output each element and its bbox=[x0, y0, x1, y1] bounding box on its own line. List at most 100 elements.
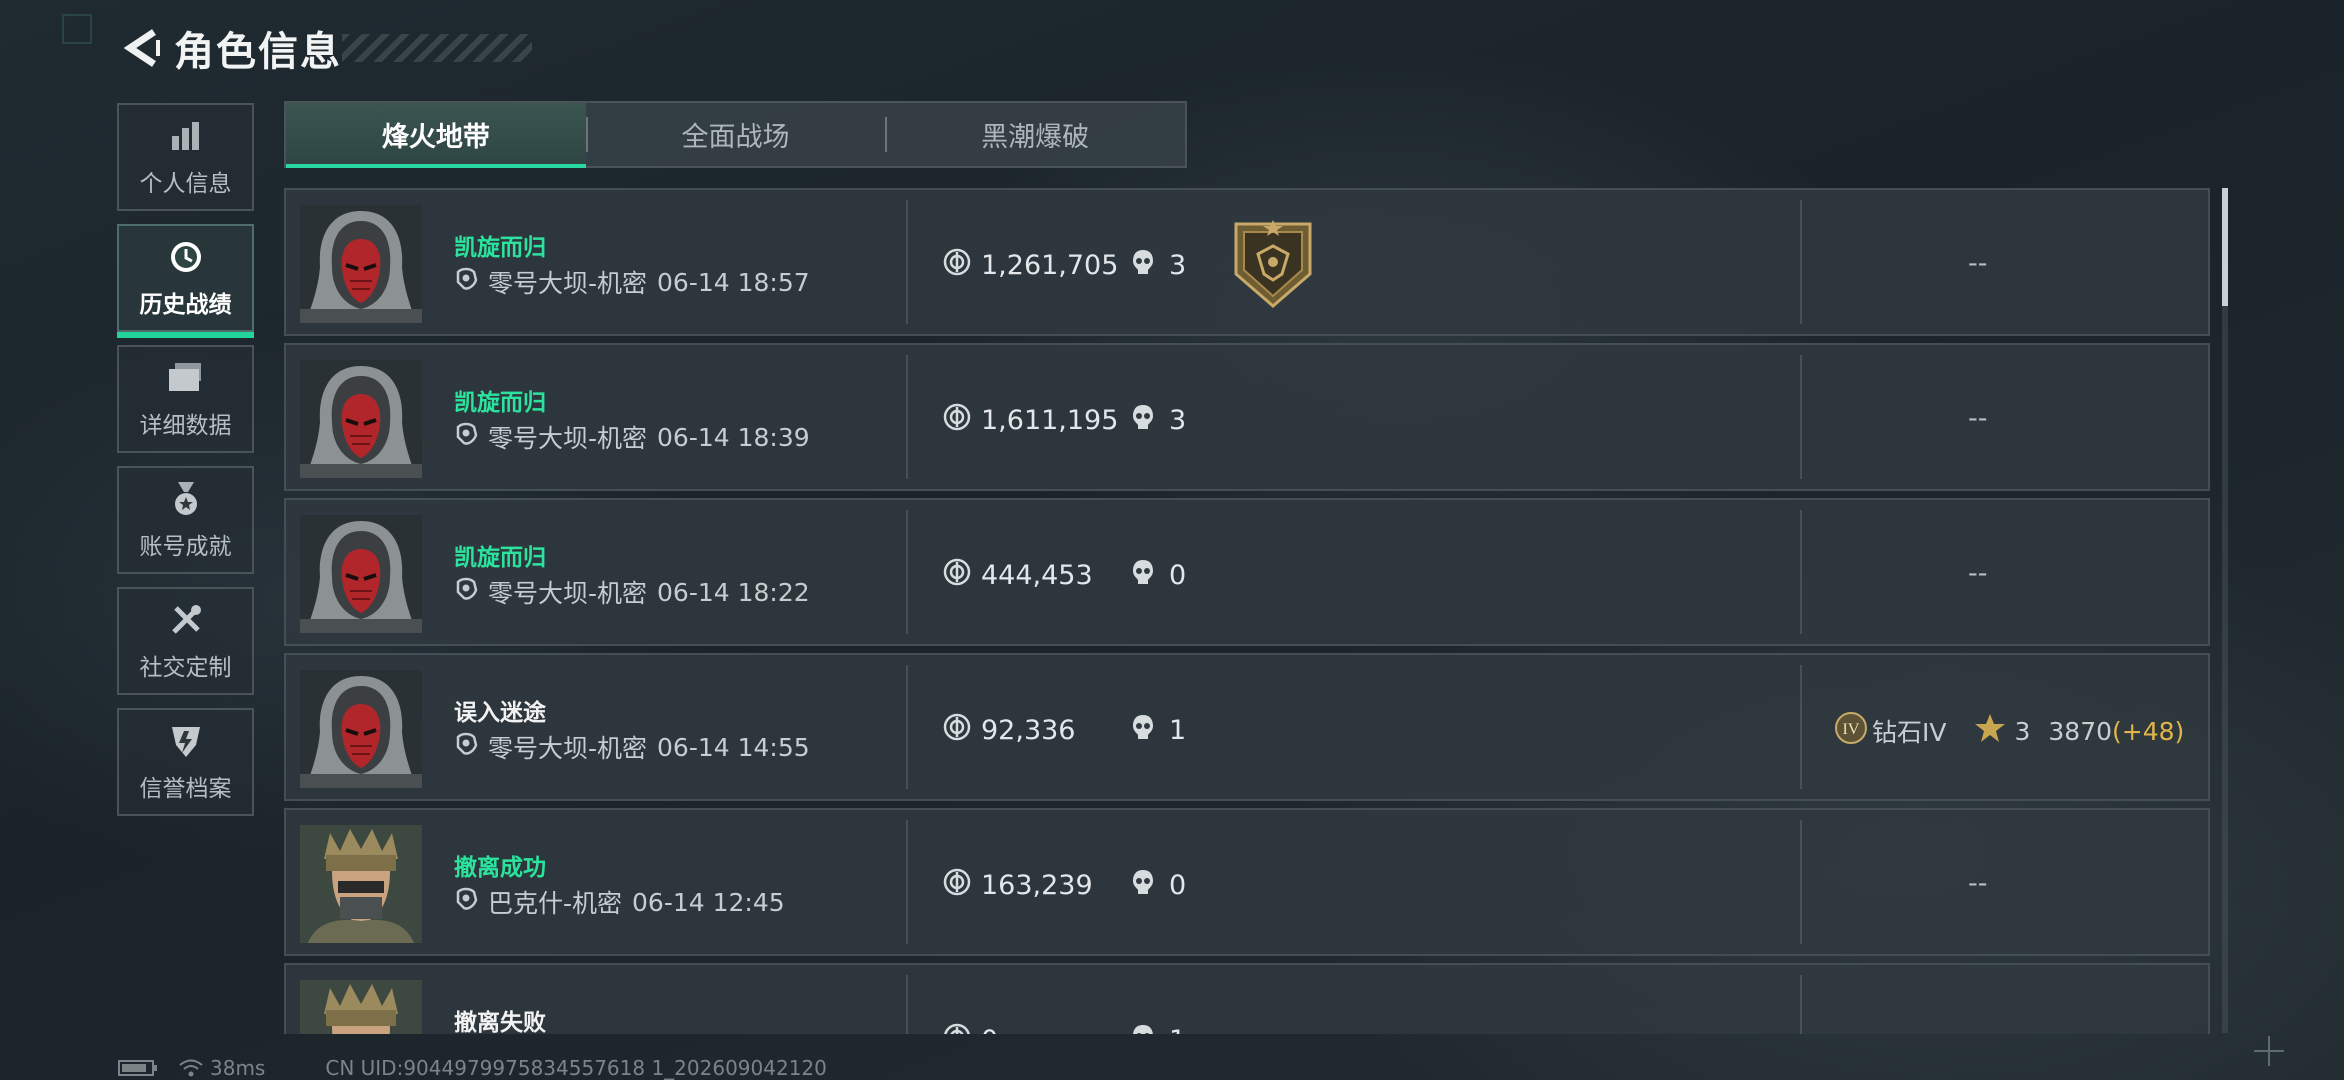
wifi-icon bbox=[179, 1059, 203, 1077]
status-bar: 38ms CN UID:9044979975834557618 1_202609… bbox=[118, 1056, 827, 1080]
coin-icon bbox=[943, 558, 981, 593]
map-and-time: 巴克什-机密 06-14 12:45 bbox=[454, 884, 785, 920]
scrollbar-thumb[interactable] bbox=[2222, 188, 2228, 306]
map-name: 零号大坝-机密 bbox=[488, 269, 648, 298]
sidebar-item-details[interactable]: 详细数据 bbox=[117, 345, 254, 453]
sidebar-item-label: 信誉档案 bbox=[139, 776, 232, 802]
match-result: 凯旋而归 bbox=[454, 545, 546, 571]
corner-decoration bbox=[62, 14, 92, 44]
haul-value-text: 444,453 bbox=[981, 560, 1093, 591]
kill-count-text: 1 bbox=[1169, 715, 1187, 746]
column-divider bbox=[1800, 820, 1802, 944]
haul-value-text: 163,239 bbox=[981, 870, 1093, 901]
match-record-row[interactable]: 撤离成功 巴克什-机密 06-14 12:45 163,239 0 -- bbox=[284, 808, 2210, 956]
haul-value-text: 1,261,705 bbox=[981, 250, 1119, 281]
sidebar: 个人信息 历史战绩 详细数据 账号成就 社交定制 信誉档案 bbox=[117, 103, 254, 829]
tools-icon bbox=[166, 600, 206, 640]
map-name: 零号大坝-机密 bbox=[488, 579, 648, 608]
tab-battlefield[interactable]: 全面战场 bbox=[585, 103, 886, 166]
folder-icon bbox=[166, 358, 206, 398]
match-result: 误入迷途 bbox=[454, 700, 546, 726]
achievement-badge-icon[interactable] bbox=[1228, 218, 1318, 310]
haul-value-text: 0 bbox=[981, 1025, 998, 1034]
match-result: 撤离成功 bbox=[454, 855, 546, 881]
skull-icon bbox=[1131, 713, 1169, 748]
skull-icon bbox=[1131, 868, 1169, 903]
match-result: 凯旋而归 bbox=[454, 390, 546, 416]
rank-tier: 钻石IV bbox=[1872, 718, 1947, 747]
operator-avatar bbox=[300, 825, 422, 943]
rank-change: IV 钻石IV 3 3870 (+48) bbox=[1834, 711, 2184, 751]
match-time: 06-14 18:57 bbox=[657, 267, 810, 297]
match-record-row[interactable]: 撤离失败 0 1 bbox=[284, 963, 2210, 1034]
svg-text:IV: IV bbox=[1843, 721, 1860, 738]
tab-warzone[interactable]: 烽火地带 bbox=[286, 103, 586, 168]
kill-count-text: 0 bbox=[1169, 870, 1187, 901]
back-button[interactable] bbox=[118, 22, 166, 74]
sidebar-item-reputation[interactable]: 信誉档案 bbox=[117, 708, 254, 816]
match-time: 06-14 18:39 bbox=[657, 422, 810, 452]
medal-icon bbox=[166, 479, 206, 519]
column-divider bbox=[1800, 355, 1802, 479]
map-name: 零号大坝-机密 bbox=[488, 424, 648, 453]
mode-tabs: 烽火地带 全面战场 黑潮爆破 bbox=[284, 101, 1187, 168]
column-divider bbox=[906, 355, 908, 479]
match-time: 06-14 14:55 bbox=[657, 732, 810, 762]
match-time: 06-14 18:22 bbox=[657, 577, 810, 607]
haul-value-text: 1,611,195 bbox=[981, 405, 1119, 436]
skull-icon bbox=[1131, 248, 1169, 283]
sidebar-item-history[interactable]: 历史战绩 bbox=[117, 224, 254, 338]
operator-avatar bbox=[300, 515, 422, 633]
match-result: 撤离失败 bbox=[454, 1010, 546, 1034]
operator-avatar bbox=[300, 980, 422, 1034]
plus-decoration bbox=[2254, 1036, 2284, 1066]
rank-placeholder: -- bbox=[1968, 558, 1988, 589]
sidebar-item-label: 历史战绩 bbox=[139, 292, 232, 318]
sidebar-item-label: 个人信息 bbox=[139, 171, 232, 197]
scrollbar[interactable] bbox=[2222, 188, 2228, 1033]
match-result: 凯旋而归 bbox=[454, 235, 546, 261]
kill-count-text: 3 bbox=[1169, 405, 1187, 436]
operator-avatar bbox=[300, 205, 422, 323]
match-record-row[interactable]: 凯旋而归零号大坝-机密 06-14 18:39 1,611,195 3 -- bbox=[284, 343, 2210, 491]
kill-count: 3 bbox=[1131, 248, 1186, 283]
map-name: 巴克什-机密 bbox=[488, 889, 623, 918]
ping-value: 38ms bbox=[210, 1056, 266, 1080]
match-history-list: 凯旋而归 零号大坝-机密 06-14 18:57 1,261,705 3 -- 凯旋而归 零号… bbox=[284, 188, 2210, 1034]
match-record-row[interactable]: 凯旋而归零号大坝-机密 06-14 18:57 1,261,705 3 -- bbox=[284, 188, 2210, 336]
clock-icon bbox=[166, 237, 206, 277]
map-and-time: 零号大坝-机密 06-14 14:55 bbox=[454, 729, 810, 765]
coin-icon bbox=[943, 248, 981, 283]
haul-value: 0 bbox=[943, 1023, 998, 1034]
map-and-time: 零号大坝-机密 06-14 18:39 bbox=[454, 419, 810, 455]
coin-icon bbox=[943, 1023, 981, 1034]
sidebar-item-achievements[interactable]: 账号成就 bbox=[117, 466, 254, 574]
sidebar-item-profile[interactable]: 个人信息 bbox=[117, 103, 254, 211]
tab-blackout[interactable]: 黑潮爆破 bbox=[885, 103, 1185, 166]
rank-placeholder: -- bbox=[1968, 403, 1988, 434]
rank-placeholder: -- bbox=[1968, 248, 1988, 279]
kill-count: 0 bbox=[1131, 558, 1186, 593]
back-arrow-icon bbox=[123, 29, 160, 67]
coin-icon bbox=[943, 713, 981, 748]
operator-avatar bbox=[300, 670, 422, 788]
sidebar-item-social[interactable]: 社交定制 bbox=[117, 587, 254, 695]
column-divider bbox=[1800, 975, 1802, 1034]
rank-delta: (+48) bbox=[2112, 716, 2185, 746]
kill-count-text: 0 bbox=[1169, 560, 1187, 591]
match-record-row[interactable]: 误入迷途 零号大坝-机密 06-14 14:55 92,336 1 IV 钻石IV 3 3870… bbox=[284, 653, 2210, 801]
kill-count-text: 3 bbox=[1169, 250, 1187, 281]
map-icon bbox=[454, 886, 488, 918]
kill-count: 1 bbox=[1131, 713, 1186, 748]
haul-value: 1,261,705 bbox=[943, 248, 1118, 283]
kill-count-text: 1 bbox=[1169, 1025, 1186, 1034]
map-icon bbox=[454, 731, 488, 763]
star-icon bbox=[1946, 712, 2014, 750]
map-icon bbox=[454, 576, 488, 608]
diamond-tier-icon: IV bbox=[1834, 711, 1868, 751]
column-divider bbox=[906, 975, 908, 1034]
page-title: 角色信息 bbox=[174, 29, 342, 75]
operator-avatar bbox=[300, 360, 422, 478]
column-divider bbox=[906, 665, 908, 789]
match-record-row[interactable]: 凯旋而归零号大坝-机密 06-14 18:22 444,453 0 -- bbox=[284, 498, 2210, 646]
